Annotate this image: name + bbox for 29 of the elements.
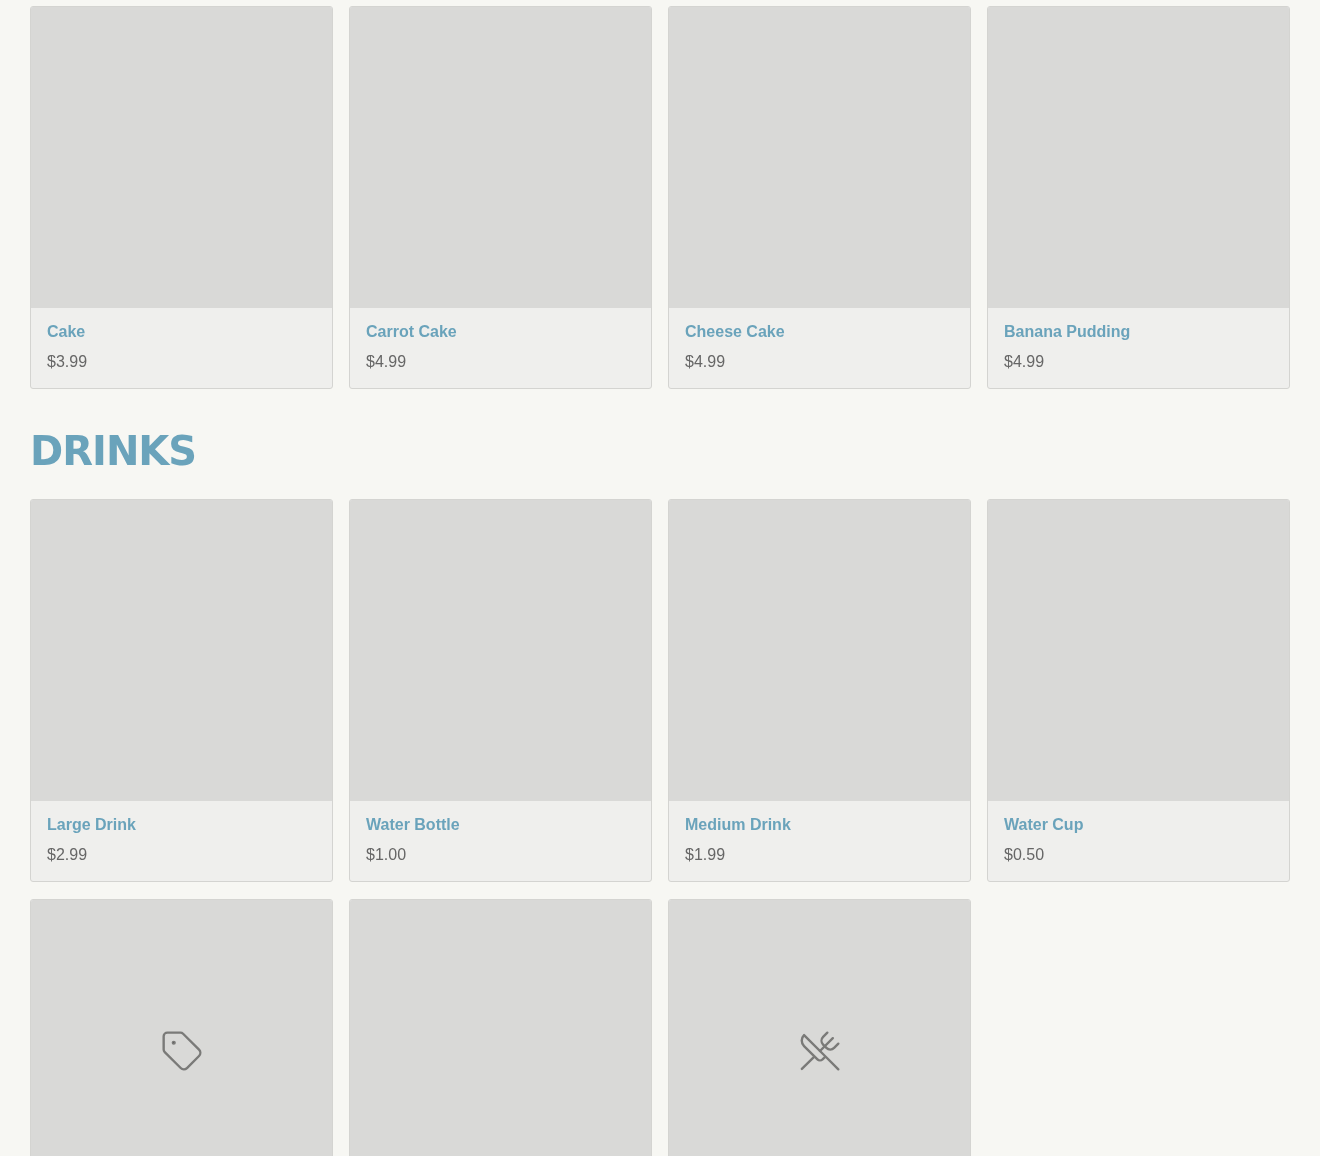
product-card[interactable]: Medium Drink $1.99 <box>668 499 971 882</box>
product-price: $3.99 <box>47 352 89 372</box>
product-price: $4.99 <box>366 352 408 372</box>
product-card[interactable]: Water Cup $0.50 <box>987 499 1290 882</box>
product-price: $4.99 <box>1004 352 1046 372</box>
product-name: Cheese Cake <box>685 322 786 342</box>
product-name: Water Cup <box>1004 815 1085 835</box>
product-name: Banana Pudding <box>1004 322 1132 342</box>
product-price: $2.99 <box>47 845 89 865</box>
product-card[interactable]: Cake $3.99 <box>30 6 333 389</box>
product-card[interactable]: Carrot Cake $4.99 <box>349 6 652 389</box>
product-card[interactable]: Large Drink $2.99 <box>30 499 333 882</box>
product-card[interactable]: Water Bottle $1.00 <box>349 499 652 882</box>
product-price: $1.99 <box>685 845 727 865</box>
product-name: Water Bottle <box>366 815 461 835</box>
product-name: Cake <box>47 322 87 342</box>
product-name: Large Drink <box>47 815 137 835</box>
product-name: Carrot Cake <box>366 322 458 342</box>
product-price: $0.50 <box>1004 845 1046 865</box>
product-card[interactable]: Banana Pudding $4.99 <box>987 6 1290 389</box>
section-heading: DRINKS <box>30 427 198 475</box>
product-price: $4.99 <box>685 352 727 372</box>
product-name: Medium Drink <box>685 815 792 835</box>
product-card[interactable] <box>349 899 652 1156</box>
product-card[interactable] <box>30 899 333 1156</box>
product-card[interactable] <box>668 899 971 1156</box>
product-price: $1.00 <box>366 845 408 865</box>
product-card[interactable]: Cheese Cake $4.99 <box>668 6 971 389</box>
tag-icon <box>159 1028 204 1073</box>
